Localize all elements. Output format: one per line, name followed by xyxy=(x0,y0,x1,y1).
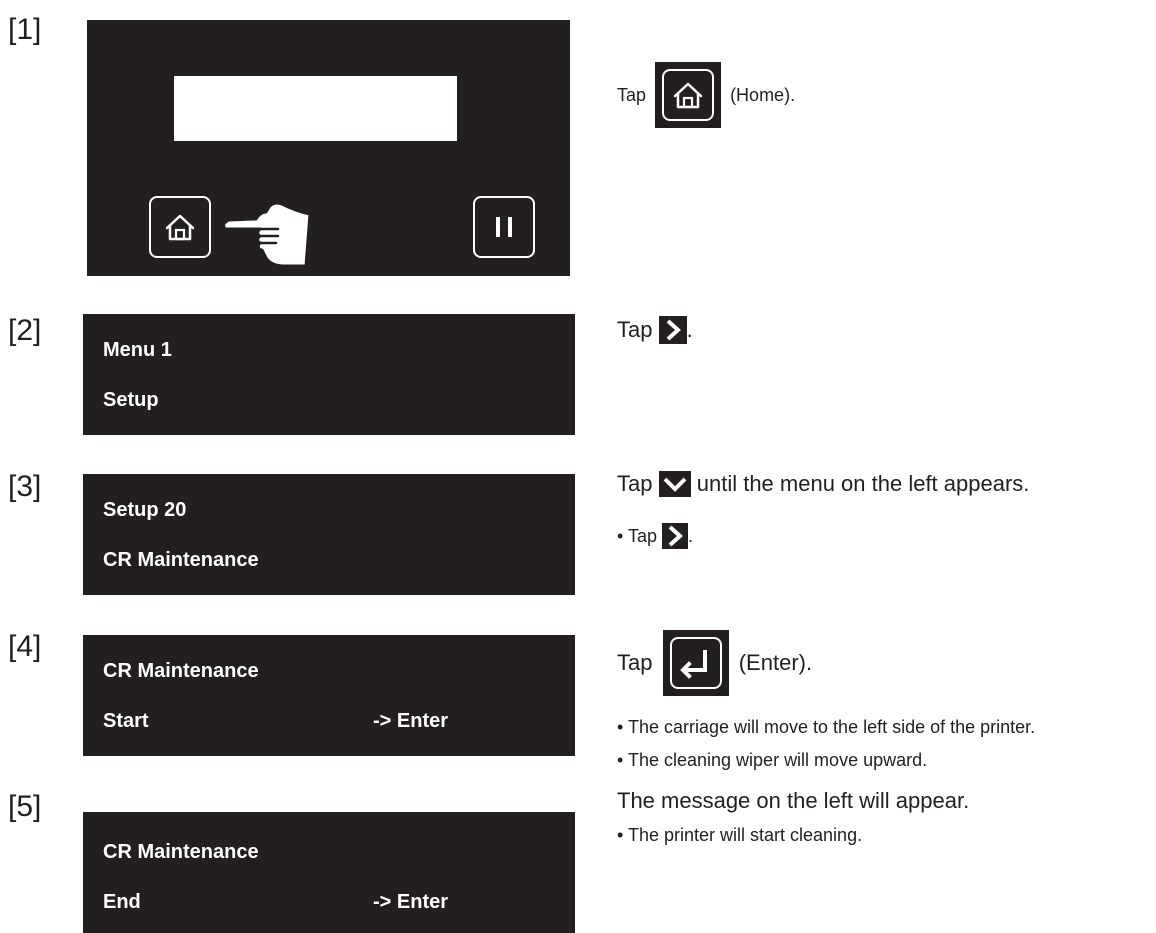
step2-instruction: Tap . xyxy=(617,316,693,344)
step1-instruction: Tap (Home). xyxy=(617,62,795,128)
step2-period: . xyxy=(686,317,693,342)
lcd-line1: CR Maintenance xyxy=(103,841,259,863)
home-button[interactable] xyxy=(149,196,211,258)
lcd-panel-step5: CR Maintenance End -> Enter xyxy=(83,812,575,933)
step1-tap-label: Tap xyxy=(617,85,647,105)
lcd-panel-step3: Setup 20 CR Maintenance xyxy=(83,474,575,595)
lcd-enter-hint: -> Enter xyxy=(373,710,449,732)
step-number-5: [5] xyxy=(8,790,42,823)
step5-bullet1: • The printer will start cleaning. xyxy=(617,825,863,845)
step5-instruction: The message on the left will appear. xyxy=(617,788,970,813)
lcd-line2: End xyxy=(103,891,141,913)
control-panel-illustration xyxy=(87,20,570,276)
step3-tap-label: Tap xyxy=(617,471,653,496)
chevron-right-icon xyxy=(658,316,687,344)
pause-button[interactable] xyxy=(473,196,535,258)
home-icon xyxy=(165,214,195,241)
step-number-4: [4] xyxy=(8,630,42,663)
step1-home-label: (Home). xyxy=(730,85,796,105)
lcd-screen xyxy=(174,76,457,141)
lcd-line2: Start xyxy=(103,710,149,732)
chevron-right-icon xyxy=(662,523,689,549)
lcd-line2: Setup xyxy=(103,389,159,411)
step4-instruction: Tap (Enter). xyxy=(617,630,812,696)
lcd-panel-step4: CR Maintenance Start -> Enter xyxy=(83,635,575,756)
home-icon xyxy=(673,82,703,109)
step2-tap-label: Tap xyxy=(617,317,653,342)
chevron-down-icon xyxy=(658,471,691,497)
lcd-line1: CR Maintenance xyxy=(103,660,259,682)
enter-return-icon xyxy=(679,650,707,679)
lcd-enter-hint: -> Enter xyxy=(373,891,449,913)
home-button-glyph xyxy=(655,62,722,128)
step3-bullet1-tap: • Tap xyxy=(617,526,657,546)
lcd-panel-step2: Menu 1 Setup xyxy=(83,314,575,435)
step3-instruction: Tap until the menu on the left appears. xyxy=(617,471,1029,497)
step3-bullet1-period: . xyxy=(688,526,694,546)
lcd-line1: Setup 20 xyxy=(103,499,187,521)
step3-rest-label: until the menu on the left appears. xyxy=(696,471,1030,496)
pause-icon xyxy=(496,217,512,237)
step-number-3: [3] xyxy=(8,470,42,503)
enter-button-glyph xyxy=(662,630,729,696)
step4-enter-label: (Enter). xyxy=(738,650,813,675)
lcd-line2: CR Maintenance xyxy=(103,549,259,571)
step-number-1: [1] xyxy=(8,13,42,46)
lcd-line1: Menu 1 xyxy=(103,339,172,361)
step3-bullet1: • Tap . xyxy=(617,523,693,549)
step4-bullet2: • The cleaning wiper will move upward. xyxy=(617,750,928,770)
pointing-hand-icon xyxy=(222,201,312,268)
step-number-2: [2] xyxy=(8,314,42,347)
step4-tap-label: Tap xyxy=(617,650,653,675)
step4-bullet1: • The carriage will move to the left sid… xyxy=(617,717,1036,737)
